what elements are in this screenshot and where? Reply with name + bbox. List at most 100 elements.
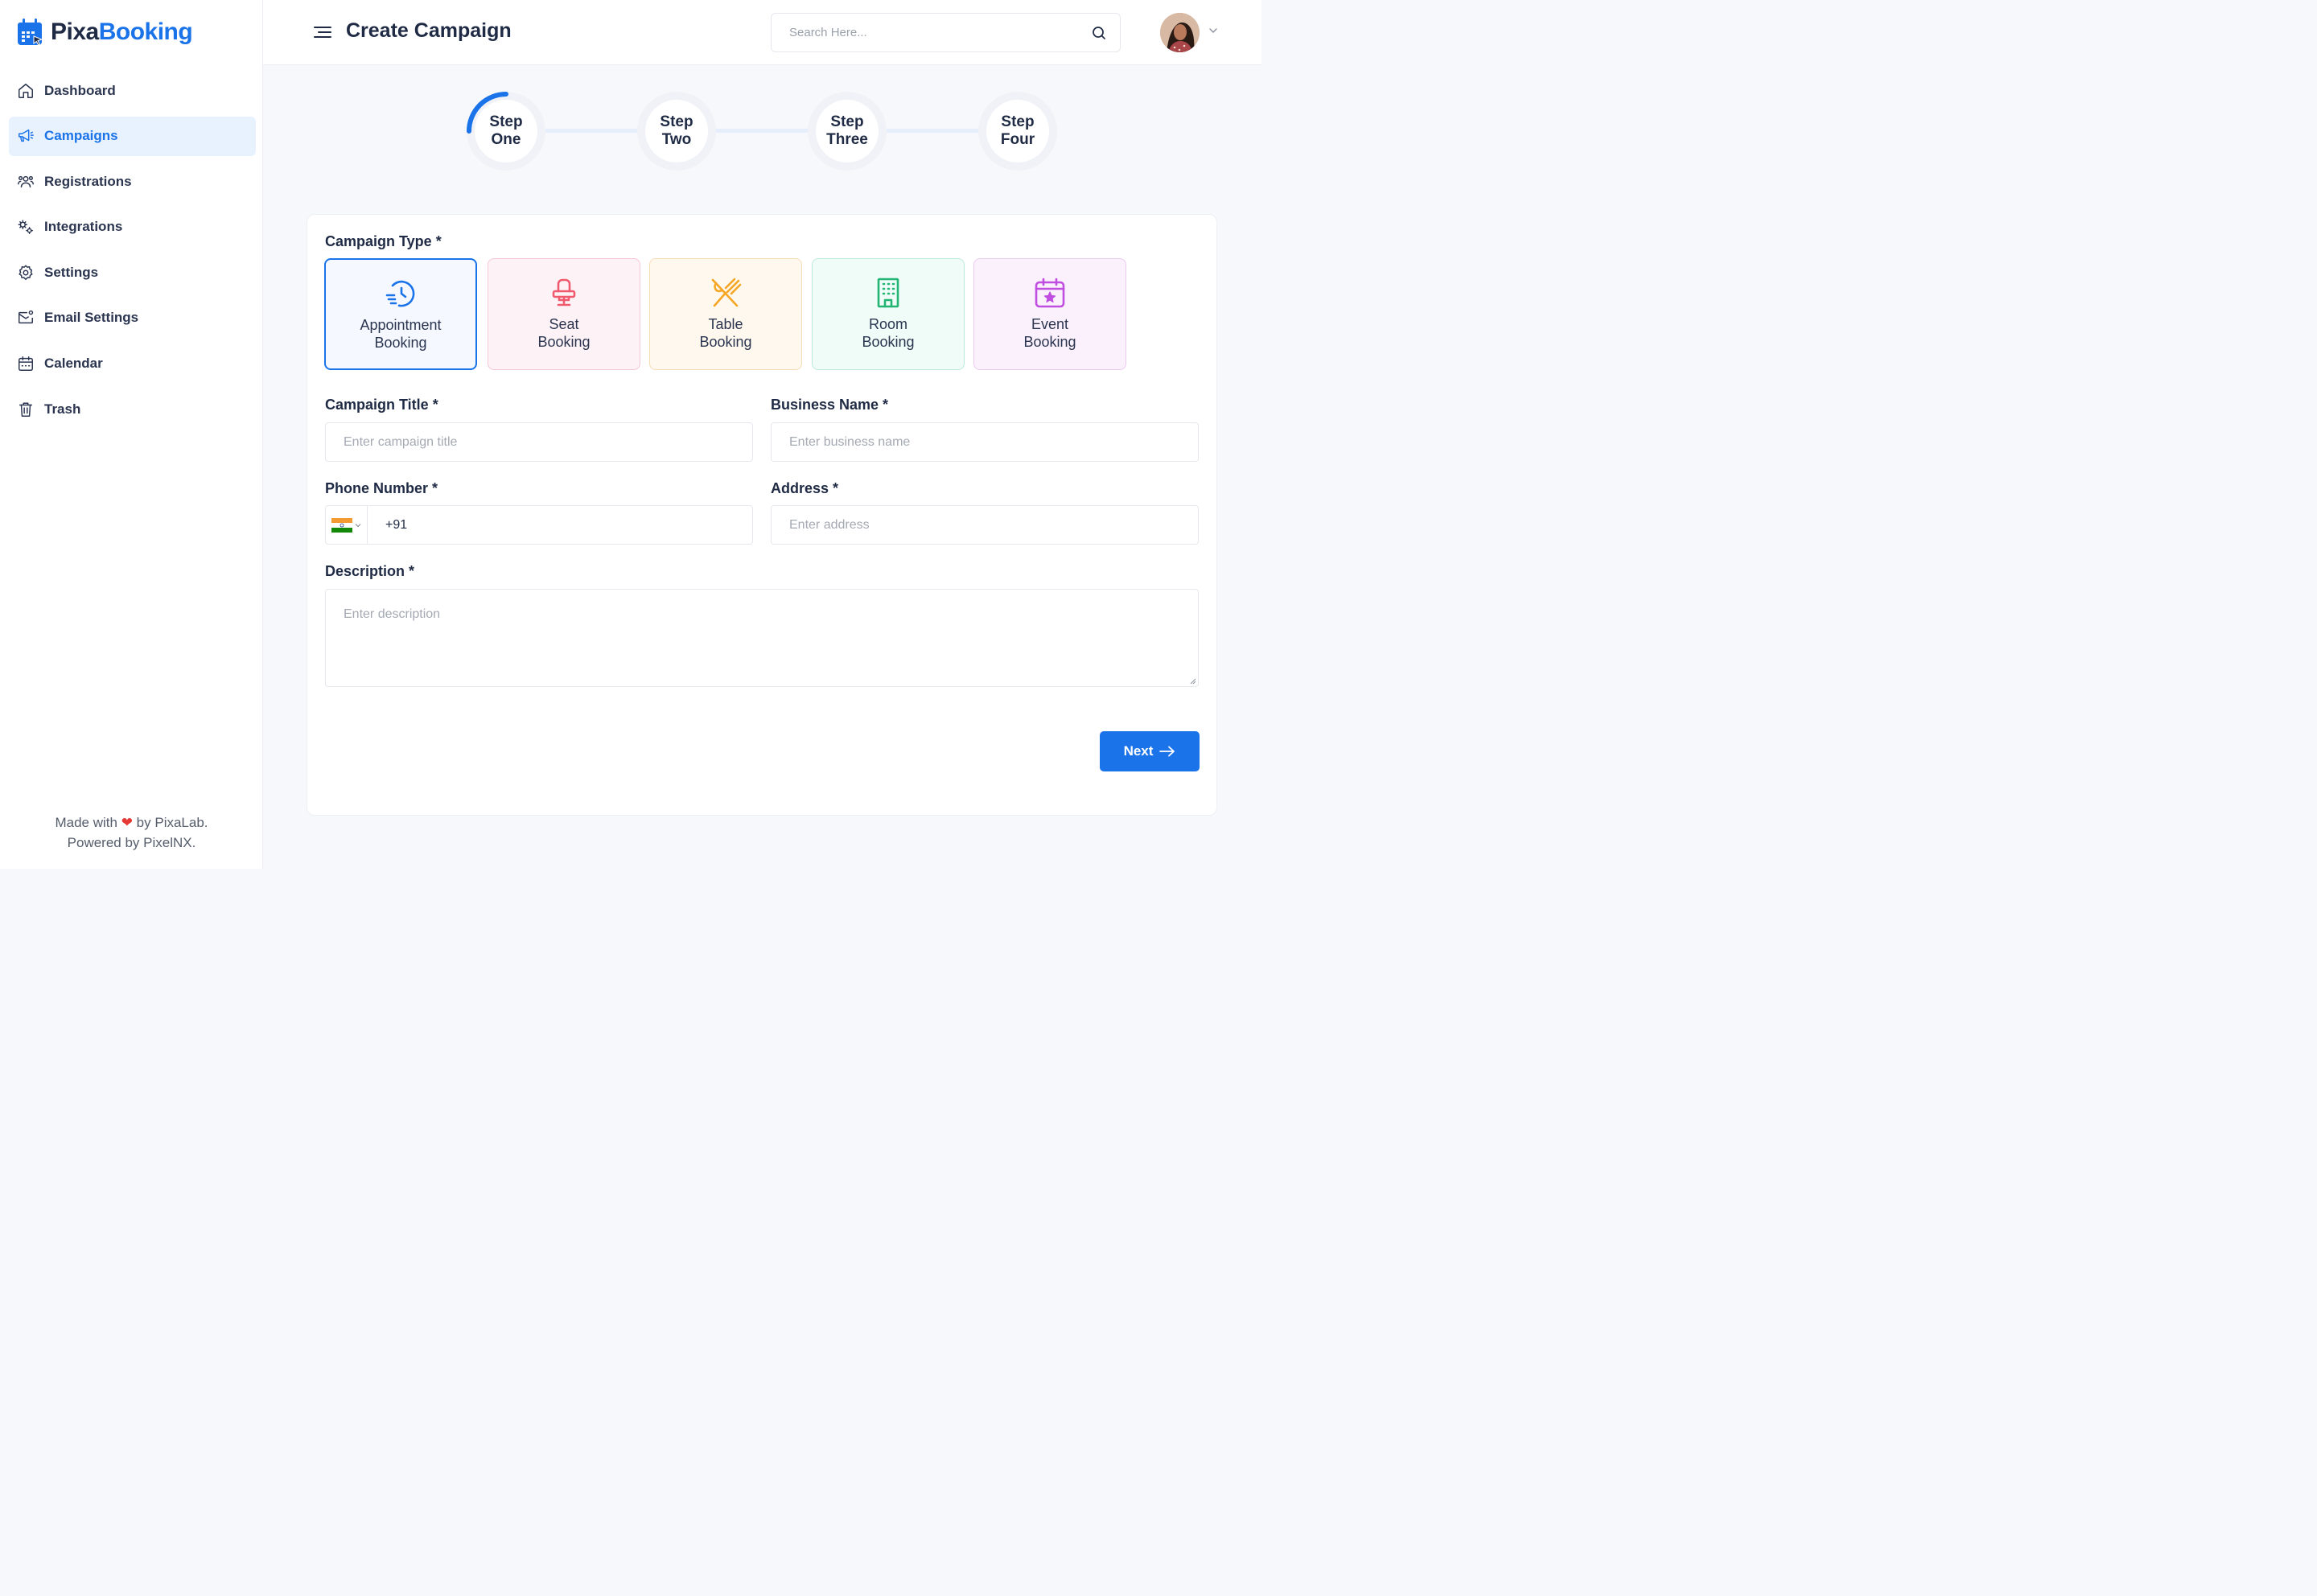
calendar-icon <box>19 356 33 372</box>
type-label-line1: Appointment <box>360 317 442 333</box>
business-name-field <box>771 422 1199 462</box>
step-two[interactable]: Step Two <box>637 92 716 171</box>
type-label-line2: Booking <box>537 334 591 350</box>
description-textarea[interactable] <box>326 590 1198 686</box>
next-button-label: Next <box>1123 743 1154 759</box>
user-photo <box>1160 13 1200 52</box>
address-label: Address * <box>771 480 839 496</box>
country-selector[interactable] <box>326 506 368 544</box>
search-input[interactable] <box>772 14 1077 51</box>
step-three[interactable]: Step Three <box>808 92 887 171</box>
sidebar-item-settings[interactable]: Settings <box>9 253 256 292</box>
type-label-line1: Seat <box>549 316 579 332</box>
sidebar-item-label: Integrations <box>44 219 123 235</box>
integrations-icon <box>18 220 33 235</box>
sidebar-item-label: Email Settings <box>44 310 139 326</box>
chevron-down-icon <box>355 523 361 527</box>
step-label: Step Three <box>816 100 879 162</box>
sidebar-item-registrations[interactable]: Registrations <box>9 162 256 201</box>
sidebar-item-label: Calendar <box>44 356 103 372</box>
megaphone-icon <box>19 130 34 142</box>
footer-made-with: Made with <box>55 815 117 830</box>
step-label-line1: Step <box>1001 113 1035 130</box>
footer-line-2: Powered by PixelNX. <box>67 835 196 850</box>
brand-part1: Pixa <box>51 19 99 45</box>
top-header: Create Campaign <box>263 0 1261 65</box>
business-name-input[interactable] <box>772 423 1198 461</box>
sidebar-item-campaigns[interactable]: Campaigns <box>9 116 256 156</box>
step-label-line2: One <box>491 131 521 148</box>
search-icon[interactable] <box>1091 25 1107 41</box>
home-icon <box>19 83 33 98</box>
step-connector <box>542 129 640 133</box>
brand-name: PixaBooking <box>51 19 193 46</box>
gear-icon <box>19 265 33 280</box>
campaign-type-label: Campaign Type * <box>325 233 442 249</box>
sidebar-item-integrations[interactable]: Integrations <box>9 208 256 247</box>
email-settings-icon <box>19 311 34 324</box>
type-label: Event Booking <box>1023 315 1076 351</box>
chair-icon <box>552 278 576 306</box>
type-appointment-booking[interactable]: Appointment Booking <box>324 258 477 370</box>
brand-part2: Booking <box>98 19 193 45</box>
type-label: Room Booking <box>862 315 914 351</box>
menu-toggle-icon[interactable] <box>313 23 332 41</box>
phone-number-input[interactable] <box>368 506 752 544</box>
step-label-line1: Step <box>660 113 693 130</box>
next-button[interactable]: Next <box>1100 731 1200 771</box>
sidebar-item-label: Registrations <box>44 173 132 189</box>
step-label: Step One <box>475 100 537 162</box>
campaign-title-field <box>325 422 753 462</box>
utensils-icon <box>711 278 742 307</box>
clock-icon <box>385 280 415 307</box>
step-label-line2: Two <box>661 131 692 148</box>
campaign-title-input[interactable] <box>326 423 752 461</box>
building-icon <box>877 278 899 308</box>
phone-input-wrap <box>368 506 752 544</box>
search-box <box>771 13 1121 52</box>
campaign-title-label: Campaign Title * <box>325 397 438 413</box>
sidebar-item-label: Settings <box>44 264 99 280</box>
address-input[interactable] <box>772 506 1198 544</box>
footer-by: by PixaLab. <box>136 815 208 830</box>
footer-line-1: Made with ❤ by PixaLab. <box>0 812 263 833</box>
phone-number-field <box>325 505 753 545</box>
type-label-line1: Event <box>1031 316 1069 332</box>
sidebar-item-email-settings[interactable]: Email Settings <box>9 298 256 338</box>
step-one[interactable]: Step One <box>467 92 545 171</box>
step-label-line1: Step <box>830 113 864 130</box>
step-label: Step Four <box>986 100 1049 162</box>
sidebar-footer: Made with ❤ by PixaLab. Powered by Pixel… <box>0 812 263 853</box>
type-label-line1: Room <box>868 316 907 332</box>
type-table-booking[interactable]: Table Booking <box>649 258 802 370</box>
sidebar-nav: Dashboard Campaigns Registrations Integr… <box>9 71 256 435</box>
step-label-line2: Four <box>1000 131 1035 148</box>
type-seat-booking[interactable]: Seat Booking <box>488 258 640 370</box>
type-label: Seat Booking <box>537 315 590 351</box>
type-label-line2: Booking <box>1023 334 1076 350</box>
phone-number-label: Phone Number * <box>325 480 438 496</box>
step-connector <box>713 129 811 133</box>
type-label-line1: Table <box>708 316 743 332</box>
sidebar-item-label: Dashboard <box>44 82 116 98</box>
calendar-logo-icon <box>18 19 43 46</box>
type-label: Table Booking <box>699 315 751 351</box>
sidebar-item-trash[interactable]: Trash <box>9 389 256 429</box>
resize-grip-icon[interactable] <box>1188 677 1196 685</box>
arrow-right-icon <box>1159 746 1175 757</box>
description-label: Description * <box>325 563 415 579</box>
sidebar-item-label: Trash <box>44 401 81 417</box>
step-four[interactable]: Step Four <box>978 92 1057 171</box>
type-label: Appointment Booking <box>360 316 441 352</box>
address-field <box>771 505 1199 545</box>
sidebar-item-dashboard[interactable]: Dashboard <box>9 71 256 110</box>
type-room-booking[interactable]: Room Booking <box>812 258 965 370</box>
business-name-label: Business Name * <box>771 397 889 413</box>
description-field <box>325 589 1199 687</box>
calendar-star-icon <box>1035 278 1065 308</box>
sidebar-item-calendar[interactable]: Calendar <box>9 344 256 384</box>
logo[interactable]: PixaBooking <box>17 16 193 48</box>
avatar[interactable] <box>1160 13 1200 52</box>
type-event-booking[interactable]: Event Booking <box>973 258 1126 370</box>
chevron-down-icon[interactable] <box>1208 26 1218 35</box>
